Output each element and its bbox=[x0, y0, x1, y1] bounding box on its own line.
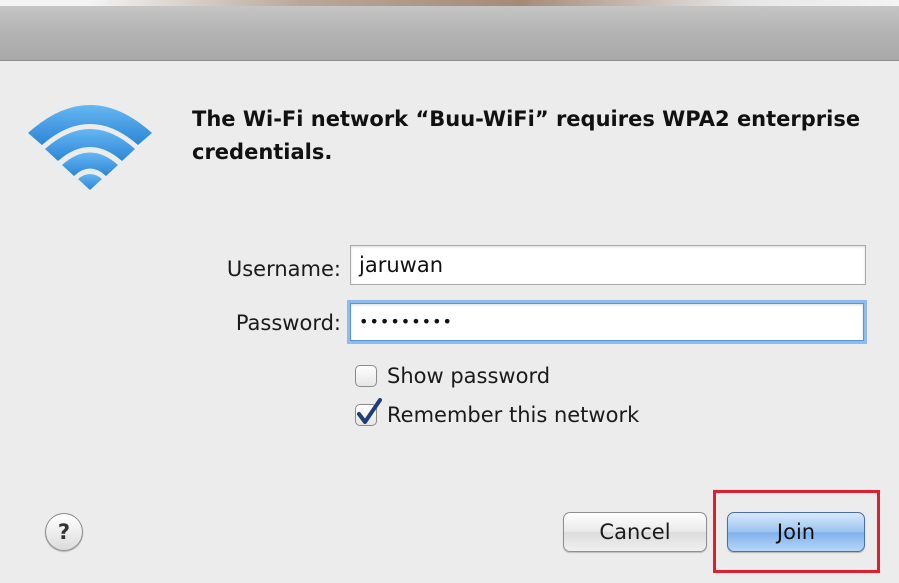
remember-network-option[interactable]: Remember this network bbox=[355, 398, 639, 429]
window-titlebar[interactable] bbox=[0, 0, 899, 61]
cancel-button[interactable]: Cancel bbox=[563, 512, 707, 552]
remember-network-label[interactable]: Remember this network bbox=[387, 403, 639, 427]
username-label: Username: bbox=[226, 257, 341, 281]
question-mark-icon: ? bbox=[57, 520, 71, 544]
show-password-label[interactable]: Show password bbox=[387, 364, 550, 388]
checkmark-icon bbox=[357, 398, 382, 424]
wifi-icon bbox=[28, 95, 154, 191]
dialog-message: The Wi-Fi network “Buu-WiFi” requires WP… bbox=[192, 107, 861, 164]
help-button[interactable]: ? bbox=[45, 513, 83, 551]
show-password-option[interactable]: Show password bbox=[355, 362, 550, 390]
show-password-checkbox[interactable] bbox=[355, 365, 377, 387]
password-field[interactable]: ••••••••• bbox=[350, 303, 864, 341]
titlebar-edge bbox=[0, 0, 899, 6]
remember-network-checkbox[interactable] bbox=[355, 398, 382, 426]
join-highlight-annotation bbox=[713, 490, 880, 573]
username-field[interactable]: jaruwan bbox=[350, 245, 866, 285]
password-label: Password: bbox=[235, 311, 341, 335]
